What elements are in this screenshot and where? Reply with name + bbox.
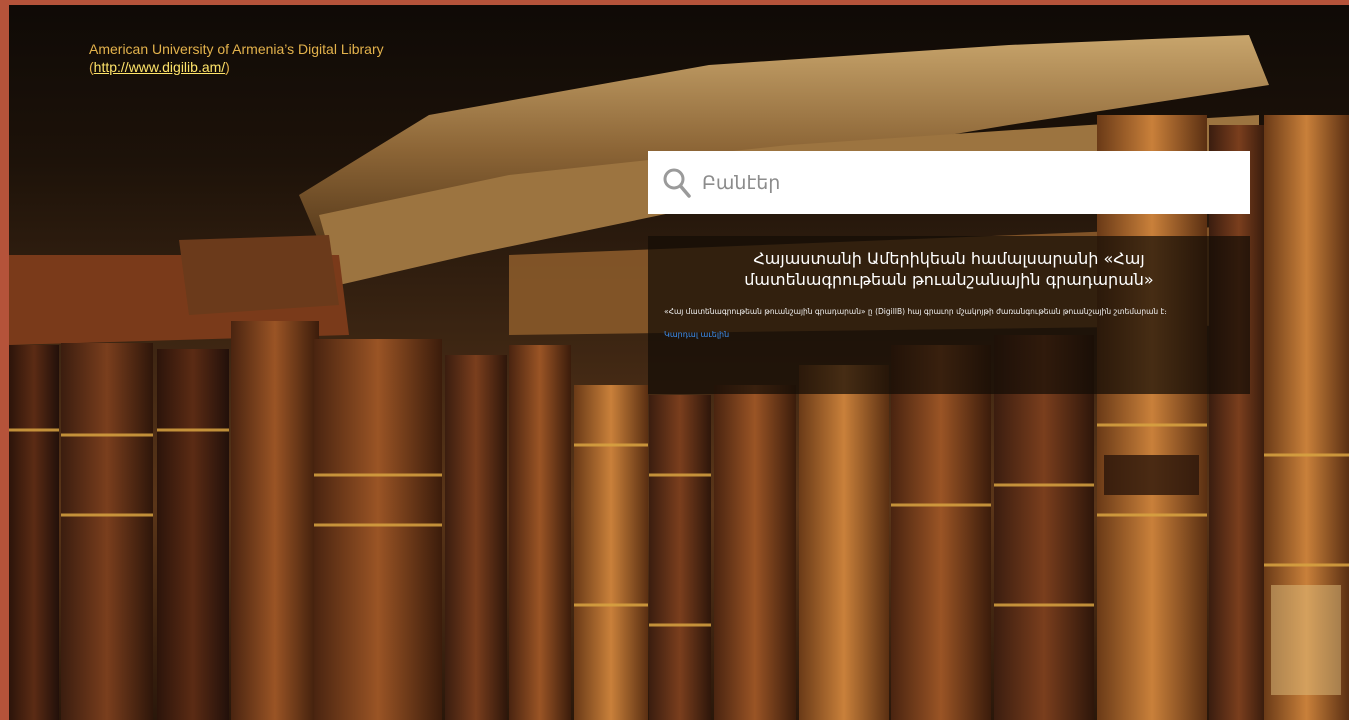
search-bar	[648, 151, 1250, 214]
caption-link-line: (http://www.digilib.am/)	[89, 58, 384, 76]
library-info-panel: Հայաստանի Ամերիկեան համալսարանի «Հայ մատ…	[648, 236, 1250, 394]
search-input[interactable]	[700, 170, 1224, 195]
digilib-link[interactable]: http://www.digilib.am/	[94, 59, 226, 75]
caption-title: American University of Armenia’s Digital…	[89, 41, 384, 57]
library-description: «Հայ մատենագրութեան թուանշային գրադարան»…	[664, 307, 1167, 316]
read-more-link[interactable]: Կարդալ աւելին	[664, 330, 729, 339]
source-caption: American University of Armenia’s Digital…	[89, 40, 384, 76]
caption-paren-close: )	[225, 59, 230, 75]
page-frame: American University of Armenia’s Digital…	[0, 0, 1349, 720]
library-title: Հայաստանի Ամերիկեան համալսարանի «Հայ մատ…	[744, 249, 1154, 289]
search-icon[interactable]	[662, 166, 692, 200]
